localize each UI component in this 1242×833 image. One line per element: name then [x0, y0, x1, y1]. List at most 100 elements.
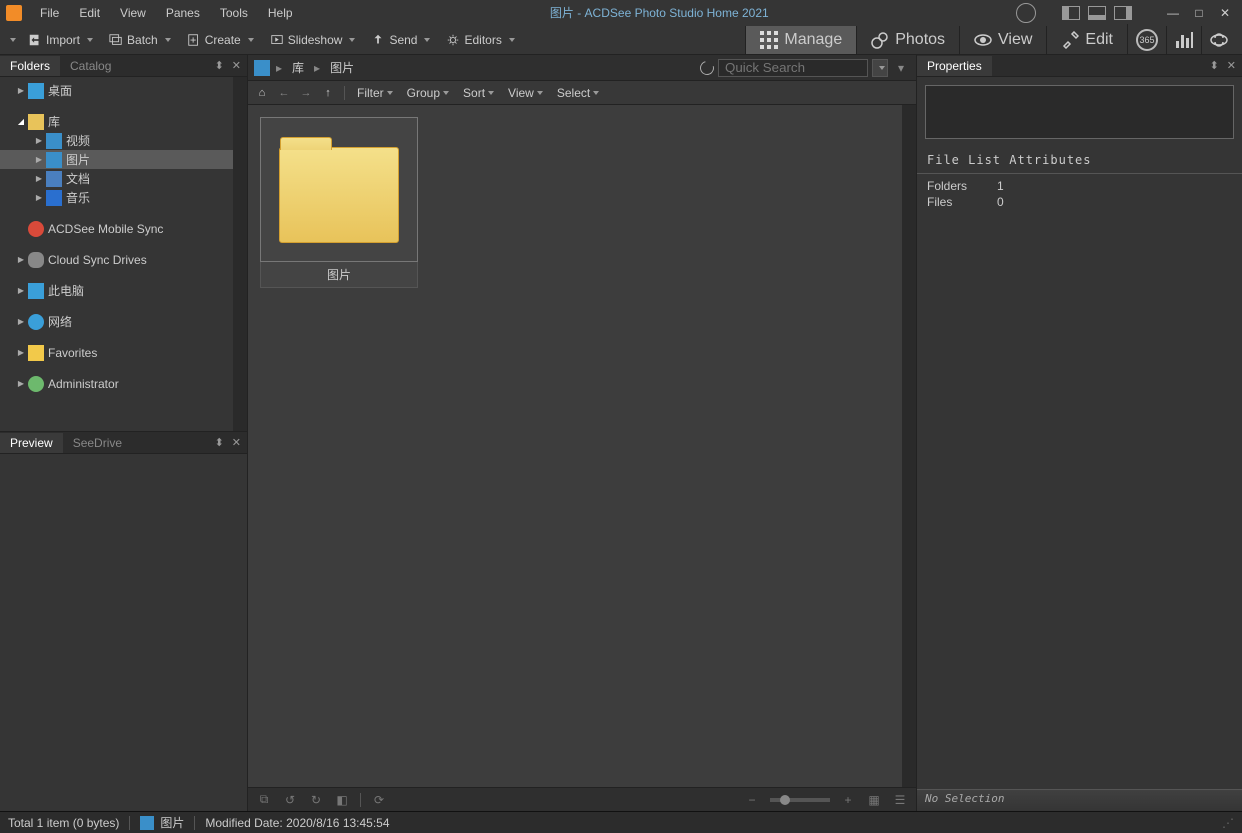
toolbar-overflow[interactable]: [10, 38, 16, 42]
breadcrumb-current[interactable]: 图片: [326, 57, 358, 78]
resize-grip-icon[interactable]: ⋰: [1222, 816, 1234, 830]
create-button[interactable]: Create: [179, 30, 262, 50]
copy-icon[interactable]: ⧉: [256, 792, 272, 808]
view-menu[interactable]: View: [504, 84, 547, 102]
nav-home-icon[interactable]: ⌂: [254, 85, 270, 101]
tree-scrollbar[interactable]: [233, 77, 247, 431]
menu-tools[interactable]: Tools: [210, 3, 258, 23]
tree-administrator[interactable]: ▶Administrator: [0, 374, 233, 393]
tree-this-pc[interactable]: ▶此电脑: [0, 281, 233, 300]
bars-icon: [1175, 31, 1193, 49]
tree-label: 图片: [66, 151, 90, 168]
batch-icon: [109, 33, 123, 47]
breadcrumb-icon: [254, 60, 270, 76]
tab-properties[interactable]: Properties: [917, 56, 992, 76]
close-panel-icon[interactable]: ✕: [232, 436, 241, 449]
refresh-icon[interactable]: [697, 58, 716, 77]
layout-right-btn[interactable]: [1114, 6, 1132, 20]
mode-dashboard[interactable]: [1166, 26, 1201, 54]
quick-search-input[interactable]: [718, 59, 868, 77]
mode-manage[interactable]: Manage: [745, 26, 856, 54]
menu-edit[interactable]: Edit: [69, 3, 110, 23]
eye-icon: [974, 31, 992, 49]
slideshow-label: Slideshow: [288, 33, 343, 47]
menu-panes[interactable]: Panes: [156, 3, 210, 23]
filter-menu[interactable]: Filter: [353, 84, 397, 102]
close-button[interactable]: ✕: [1214, 6, 1236, 20]
tree-library[interactable]: ◢库: [0, 112, 233, 131]
menu-view[interactable]: View: [110, 3, 156, 23]
tree-cloud-drives[interactable]: ▶Cloud Sync Drives: [0, 250, 233, 269]
breadcrumb-root[interactable]: 库: [288, 57, 308, 78]
left-panel: Folders Catalog ⬍ ✕ ▶桌面 ◢库 ▶视频 ▶图片 ▶文档 ▶…: [0, 55, 248, 811]
layout-bottom-btn[interactable]: [1088, 6, 1106, 20]
editors-label: Editors: [464, 33, 501, 47]
group-menu[interactable]: Group: [403, 84, 453, 102]
rotate-cw-icon[interactable]: ↻: [308, 792, 324, 808]
tree-mobile-sync[interactable]: ACDSee Mobile Sync: [0, 219, 233, 238]
tab-preview[interactable]: Preview: [0, 433, 63, 453]
pin-icon[interactable]: ⬍: [1210, 59, 1219, 72]
mode-sync[interactable]: [1201, 26, 1236, 54]
chevron-right-icon: ▸: [274, 61, 284, 75]
tab-catalog[interactable]: Catalog: [60, 56, 121, 76]
nav-back-icon[interactable]: ←: [276, 85, 292, 101]
zoom-out-icon[interactable]: −: [744, 792, 760, 808]
filter-funnel-icon[interactable]: ▾: [892, 59, 910, 77]
status-bar: Total 1 item (0 bytes) 图片 Modified Date:…: [0, 811, 1242, 833]
tab-seedrive[interactable]: SeeDrive: [63, 433, 132, 453]
mode-photos[interactable]: Photos: [856, 26, 959, 54]
tree-pictures[interactable]: ▶图片: [0, 150, 233, 169]
tree-label: 网络: [48, 313, 72, 330]
tree-music[interactable]: ▶音乐: [0, 188, 233, 207]
send-label: Send: [389, 33, 417, 47]
send-button[interactable]: Send: [363, 30, 438, 50]
mode-photos-label: Photos: [895, 31, 945, 49]
minimize-button[interactable]: —: [1162, 6, 1184, 20]
compare-icon[interactable]: ◧: [334, 792, 350, 808]
nav-up-icon[interactable]: ↑: [320, 85, 336, 101]
tab-folders[interactable]: Folders: [0, 56, 60, 76]
folder-icon: [279, 147, 399, 243]
rotate-ccw-icon[interactable]: ↺: [282, 792, 298, 808]
thumb-view-icon[interactable]: ▦: [866, 792, 882, 808]
zoom-slider[interactable]: [770, 798, 830, 802]
layout-left-btn[interactable]: [1062, 6, 1080, 20]
search-dropdown-button[interactable]: [872, 59, 888, 77]
list-view-icon[interactable]: ☰: [892, 792, 908, 808]
maximize-button[interactable]: □: [1188, 6, 1210, 20]
batch-button[interactable]: Batch: [101, 30, 179, 50]
slideshow-button[interactable]: Slideshow: [262, 30, 364, 50]
pin-icon[interactable]: ⬍: [215, 436, 224, 449]
pin-icon[interactable]: ⬍: [215, 59, 224, 72]
menu-file[interactable]: File: [30, 3, 69, 23]
mode-365[interactable]: 365: [1127, 24, 1166, 56]
center-panel: ▸ 库 ▸ 图片 ▾ ⌂ ← → ↑ Filter Group Sort Vie…: [248, 55, 916, 811]
thumb-item[interactable]: 图片: [260, 117, 418, 288]
content-scrollbar[interactable]: [902, 105, 916, 787]
editors-button[interactable]: Editors: [438, 30, 522, 50]
tree-favorites[interactable]: ▶Favorites: [0, 343, 233, 362]
tree-documents[interactable]: ▶文档: [0, 169, 233, 188]
select-menu[interactable]: Select: [553, 84, 603, 102]
status-modified: Modified Date: 2020/8/16 13:45:54: [205, 816, 389, 830]
mode-view[interactable]: View: [959, 26, 1046, 54]
tree-label: 视频: [66, 132, 90, 149]
tree-desktop[interactable]: ▶桌面: [0, 81, 233, 100]
nav-forward-icon[interactable]: →: [298, 85, 314, 101]
tree-label: 此电脑: [48, 282, 84, 299]
365-icon: 365: [1136, 29, 1158, 51]
import-button[interactable]: Import: [20, 30, 101, 50]
user-account-icon[interactable]: [1016, 3, 1036, 23]
mode-edit[interactable]: Edit: [1046, 26, 1127, 54]
menu-help[interactable]: Help: [258, 3, 303, 23]
close-panel-icon[interactable]: ✕: [232, 59, 241, 72]
close-panel-icon[interactable]: ✕: [1227, 59, 1236, 72]
sort-menu[interactable]: Sort: [459, 84, 498, 102]
tree-videos[interactable]: ▶视频: [0, 131, 233, 150]
file-list[interactable]: 图片: [248, 105, 902, 787]
tree-network[interactable]: ▶网络: [0, 312, 233, 331]
tree-label: 音乐: [66, 189, 90, 206]
autoplay-icon[interactable]: ⟳: [371, 792, 387, 808]
zoom-in-icon[interactable]: +: [840, 792, 856, 808]
